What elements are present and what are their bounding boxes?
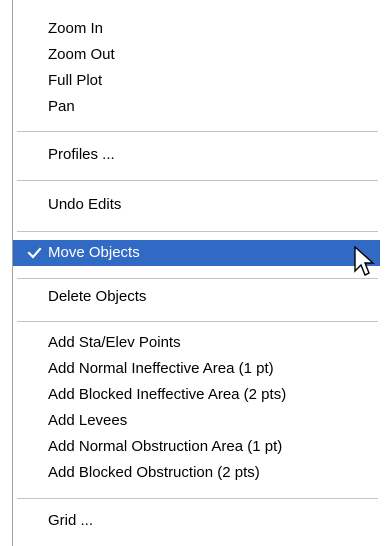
menu-item-pan[interactable]: Pan: [13, 94, 380, 120]
menu-item-label: Move Objects: [48, 244, 140, 261]
menu-item-label: Pan: [48, 98, 75, 115]
menu-separator: [17, 131, 378, 132]
menu-item-label: Add Levees: [48, 412, 128, 429]
menu-item-label: Delete Objects: [48, 288, 147, 305]
menu-item-add-sta-elev-points[interactable]: Add Sta/Elev Points: [13, 330, 380, 356]
menu-item-grid[interactable]: Grid ...: [13, 508, 380, 534]
menu-item-zoom-in[interactable]: Zoom In: [13, 16, 380, 42]
menu-item-label: Full Plot: [48, 72, 103, 89]
menu-item-label: Add Normal Obstruction Area (1 pt): [48, 438, 283, 455]
menu-item-label: Profiles ...: [48, 146, 115, 163]
menu-separator: [17, 231, 378, 232]
mouse-pointer-icon: [354, 245, 375, 276]
menu-item-label: Add Normal Ineffective Area (1 pt): [48, 360, 274, 377]
menu-item-delete-objects[interactable]: Delete Objects: [13, 284, 380, 310]
menu-item-add-blocked-obstruction[interactable]: Add Blocked Obstruction (2 pts): [13, 460, 380, 486]
menu-item-undo-edits[interactable]: Undo Edits: [13, 192, 380, 218]
menu-separator: [17, 278, 378, 279]
menu-item-add-blocked-ineffective-area[interactable]: Add Blocked Ineffective Area (2 pts): [13, 382, 380, 408]
menu-separator: [17, 180, 378, 181]
menu-item-full-plot[interactable]: Full Plot: [13, 68, 380, 94]
context-menu: Zoom In Zoom Out Full Plot Pan Profiles …: [12, 0, 384, 546]
menu-item-label: Add Sta/Elev Points: [48, 334, 181, 351]
menu-item-label: Undo Edits: [48, 196, 122, 213]
menu-separator: [17, 321, 378, 322]
menu-item-add-normal-ineffective-area[interactable]: Add Normal Ineffective Area (1 pt): [13, 356, 380, 382]
check-icon: [27, 247, 42, 259]
menu-separator: [17, 498, 378, 499]
menu-item-add-normal-obstruction-area[interactable]: Add Normal Obstruction Area (1 pt): [13, 434, 380, 460]
menu-item-move-objects[interactable]: Move Objects: [13, 240, 380, 266]
menu-item-label: Grid ...: [48, 512, 94, 529]
menu-item-profiles[interactable]: Profiles ...: [13, 142, 380, 168]
menu-item-zoom-out[interactable]: Zoom Out: [13, 42, 380, 68]
menu-item-label: Zoom Out: [48, 46, 115, 63]
menu-item-add-levees[interactable]: Add Levees: [13, 408, 380, 434]
menu-item-label: Add Blocked Ineffective Area (2 pts): [48, 386, 287, 403]
menu-item-label: Zoom In: [48, 20, 104, 37]
menu-item-label: Add Blocked Obstruction (2 pts): [48, 464, 260, 481]
